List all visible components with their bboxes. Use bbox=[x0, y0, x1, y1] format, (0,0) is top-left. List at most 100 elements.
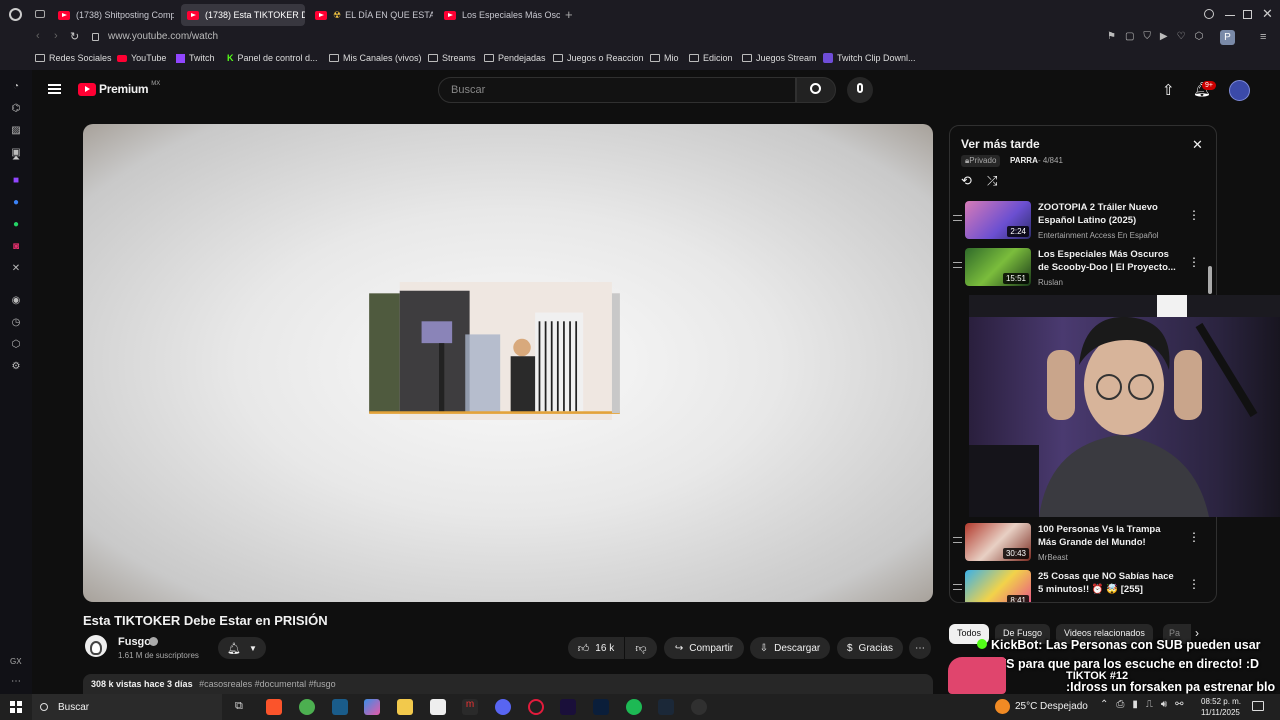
more-vert-icon[interactable]: ⋮ bbox=[1188, 256, 1200, 272]
playlist-scrollbar[interactable] bbox=[1208, 266, 1212, 294]
tab-switcher-icon[interactable] bbox=[35, 10, 45, 18]
tab-shitposting[interactable]: (1738) Shitposting Compi bbox=[52, 4, 174, 26]
weather-icon[interactable] bbox=[995, 699, 1010, 714]
video-player[interactable] bbox=[83, 124, 933, 602]
more-vert-icon[interactable]: ⋮ bbox=[1188, 209, 1200, 225]
bookmark-juegos-reaccion[interactable]: Juegos o Reaccion bbox=[553, 53, 644, 63]
bookmark-edicion[interactable]: Edicion bbox=[689, 53, 733, 63]
bookmark-mio[interactable]: Mio bbox=[650, 53, 679, 63]
gx-corner-icon[interactable]: ▨ bbox=[10, 125, 22, 137]
bookmark-twitch[interactable]: Twitch bbox=[176, 53, 215, 63]
close-window-icon[interactable]: ✕ bbox=[1262, 6, 1273, 22]
share-button[interactable]: ↪ Compartir bbox=[664, 637, 744, 659]
messenger-icon[interactable]: ● bbox=[10, 197, 22, 209]
notification-center-icon[interactable] bbox=[1252, 701, 1264, 711]
video-hashtags[interactable]: #casosreales #documental #fusgo bbox=[199, 679, 336, 689]
task-view-icon[interactable]: ⧉ bbox=[235, 700, 243, 713]
windows-start-icon[interactable] bbox=[10, 701, 22, 713]
bookmark-juegos-stream[interactable]: Juegos Stream bbox=[742, 53, 817, 63]
player-icon[interactable]: ◉ bbox=[10, 295, 22, 307]
maximize-icon[interactable] bbox=[1243, 10, 1252, 19]
url-field[interactable]: www.youtube.com/watch bbox=[108, 31, 218, 42]
hamburger-menu-icon[interactable] bbox=[48, 84, 61, 94]
playlist-close-icon[interactable]: ✕ bbox=[1192, 137, 1203, 153]
subscribed-bell-button[interactable]: 🔔︎ ▼ bbox=[218, 637, 266, 659]
bookmark-redes-sociales[interactable]: Redes Sociales bbox=[35, 53, 112, 63]
upload-icon[interactable]: ⇧ bbox=[1162, 81, 1175, 99]
voice-search-button[interactable] bbox=[847, 77, 873, 103]
playlist-item[interactable]: 30:43 100 Personas Vs la Trampa Más Gran… bbox=[950, 521, 1216, 565]
kick-sidebar-icon[interactable]: ⏶ bbox=[10, 153, 22, 165]
vegas-icon[interactable] bbox=[332, 699, 348, 715]
forward-icon[interactable]: › bbox=[54, 30, 58, 42]
discord-icon[interactable] bbox=[495, 699, 511, 715]
like-button[interactable]: 👍︎ 16 k bbox=[568, 637, 624, 659]
chrome-icon[interactable] bbox=[299, 699, 315, 715]
drag-handle-icon[interactable] bbox=[953, 537, 962, 543]
opera-gx-icon[interactable] bbox=[528, 699, 544, 715]
thanks-button[interactable]: $ Gracias bbox=[837, 637, 903, 659]
playlist-item[interactable]: 8:41 25 Cosas que NO Sabías hace 5 minut… bbox=[950, 568, 1216, 602]
bookmark-youtube[interactable]: YouTube bbox=[117, 53, 166, 63]
search-tabs-icon[interactable] bbox=[1204, 9, 1214, 19]
back-icon[interactable]: ‹ bbox=[36, 30, 40, 42]
photoshop-icon[interactable] bbox=[593, 699, 609, 715]
drag-handle-icon[interactable] bbox=[953, 262, 962, 268]
history-icon[interactable]: ◷ bbox=[10, 317, 22, 329]
playlist-item[interactable]: 15:51 Los Especiales Más Oscuros de Scoo… bbox=[950, 246, 1216, 290]
new-tab-icon[interactable]: + bbox=[565, 7, 573, 22]
x-icon[interactable]: ✕ bbox=[10, 263, 22, 275]
bookmark-streams[interactable]: Streams bbox=[428, 53, 476, 63]
more-vert-icon[interactable]: ⋮ bbox=[1188, 578, 1200, 594]
playlist-item[interactable]: 2:24 ZOOTOPIA 2 Tráiler Nuevo Español La… bbox=[950, 199, 1216, 243]
more-actions-button[interactable]: ⋯ bbox=[909, 637, 931, 659]
whatsapp-icon[interactable]: ● bbox=[10, 219, 22, 231]
tab-tiktoker-active[interactable]: (1738) Esta TIKTOKER De bbox=[181, 4, 305, 26]
description-box[interactable]: 308 k vistas hace 3 días #casosreales #d… bbox=[83, 674, 933, 694]
search-button[interactable] bbox=[796, 77, 836, 103]
obs-icon[interactable] bbox=[691, 699, 707, 715]
opera-logo-icon[interactable] bbox=[9, 8, 22, 21]
dislike-button[interactable]: 👎︎ bbox=[625, 637, 657, 659]
premiere-icon[interactable] bbox=[560, 699, 576, 715]
spotify-icon[interactable] bbox=[626, 699, 642, 715]
extensions-icons[interactable]: ⚑▢⛉▶♡⬡ bbox=[1107, 31, 1212, 42]
playlist-owner[interactable]: PARRA bbox=[1010, 156, 1038, 165]
weather-text[interactable]: Despejado bbox=[1040, 701, 1088, 712]
taskbar-search[interactable]: Buscar bbox=[32, 694, 222, 720]
channel-name[interactable]: Fusgo bbox=[118, 636, 151, 648]
reload-icon[interactable]: ↻ bbox=[70, 30, 79, 43]
extensions-sidebar-icon[interactable]: ⬡ bbox=[10, 339, 22, 351]
steam-icon[interactable] bbox=[658, 699, 674, 715]
loop-icon[interactable]: ⟲ bbox=[961, 173, 972, 189]
minimize-icon[interactable] bbox=[1225, 15, 1235, 16]
file-explorer-icon[interactable] bbox=[397, 699, 413, 715]
bookmark-mis-canales[interactable]: Mis Canales (vivos) bbox=[329, 53, 422, 63]
drag-handle-icon[interactable] bbox=[953, 584, 962, 590]
tab-el-dia[interactable]: ☢ EL DÍA EN QUE ESTAD bbox=[309, 4, 433, 26]
instagram-icon[interactable]: ◙ bbox=[10, 241, 22, 253]
clock-time[interactable]: 08:52 p. m. bbox=[1201, 697, 1241, 706]
search-input[interactable]: Buscar bbox=[438, 77, 796, 103]
channel-avatar[interactable] bbox=[85, 635, 107, 657]
more-vert-icon[interactable]: ⋮ bbox=[1188, 531, 1200, 547]
settings-icon[interactable]: ⚙ bbox=[10, 361, 22, 373]
shuffle-icon[interactable]: ⤮ bbox=[987, 173, 997, 189]
bookmark-panel-kick[interactable]: K Panel de control d... bbox=[227, 53, 318, 63]
account-avatar[interactable] bbox=[1229, 80, 1250, 101]
speed-dial-icon[interactable]: ◔ bbox=[10, 81, 22, 93]
twitch-sidebar-icon[interactable]: ■ bbox=[10, 175, 22, 187]
more-icon[interactable]: ⋯ bbox=[10, 676, 22, 688]
tray-icons[interactable]: ⌃⎙▮⎍🔊︎⚯ bbox=[1100, 699, 1192, 710]
profile-avatar[interactable]: P bbox=[1220, 30, 1235, 45]
copilot-icon[interactable] bbox=[364, 699, 380, 715]
tab-especiales[interactable]: Los Especiales Más Oscu bbox=[438, 4, 560, 26]
gx-control-icon[interactable]: ⌬ bbox=[10, 103, 22, 115]
app-m-icon[interactable]: m bbox=[462, 699, 478, 715]
download-button[interactable]: ⇩ Descargar bbox=[750, 637, 830, 659]
menu-icon[interactable]: ≡ bbox=[1260, 31, 1266, 43]
store-icon[interactable] bbox=[430, 699, 446, 715]
drag-handle-icon[interactable] bbox=[953, 215, 962, 221]
bookmark-pendejadas[interactable]: Pendejadas bbox=[484, 53, 546, 63]
youtube-logo[interactable]: Premium MX bbox=[78, 81, 160, 96]
